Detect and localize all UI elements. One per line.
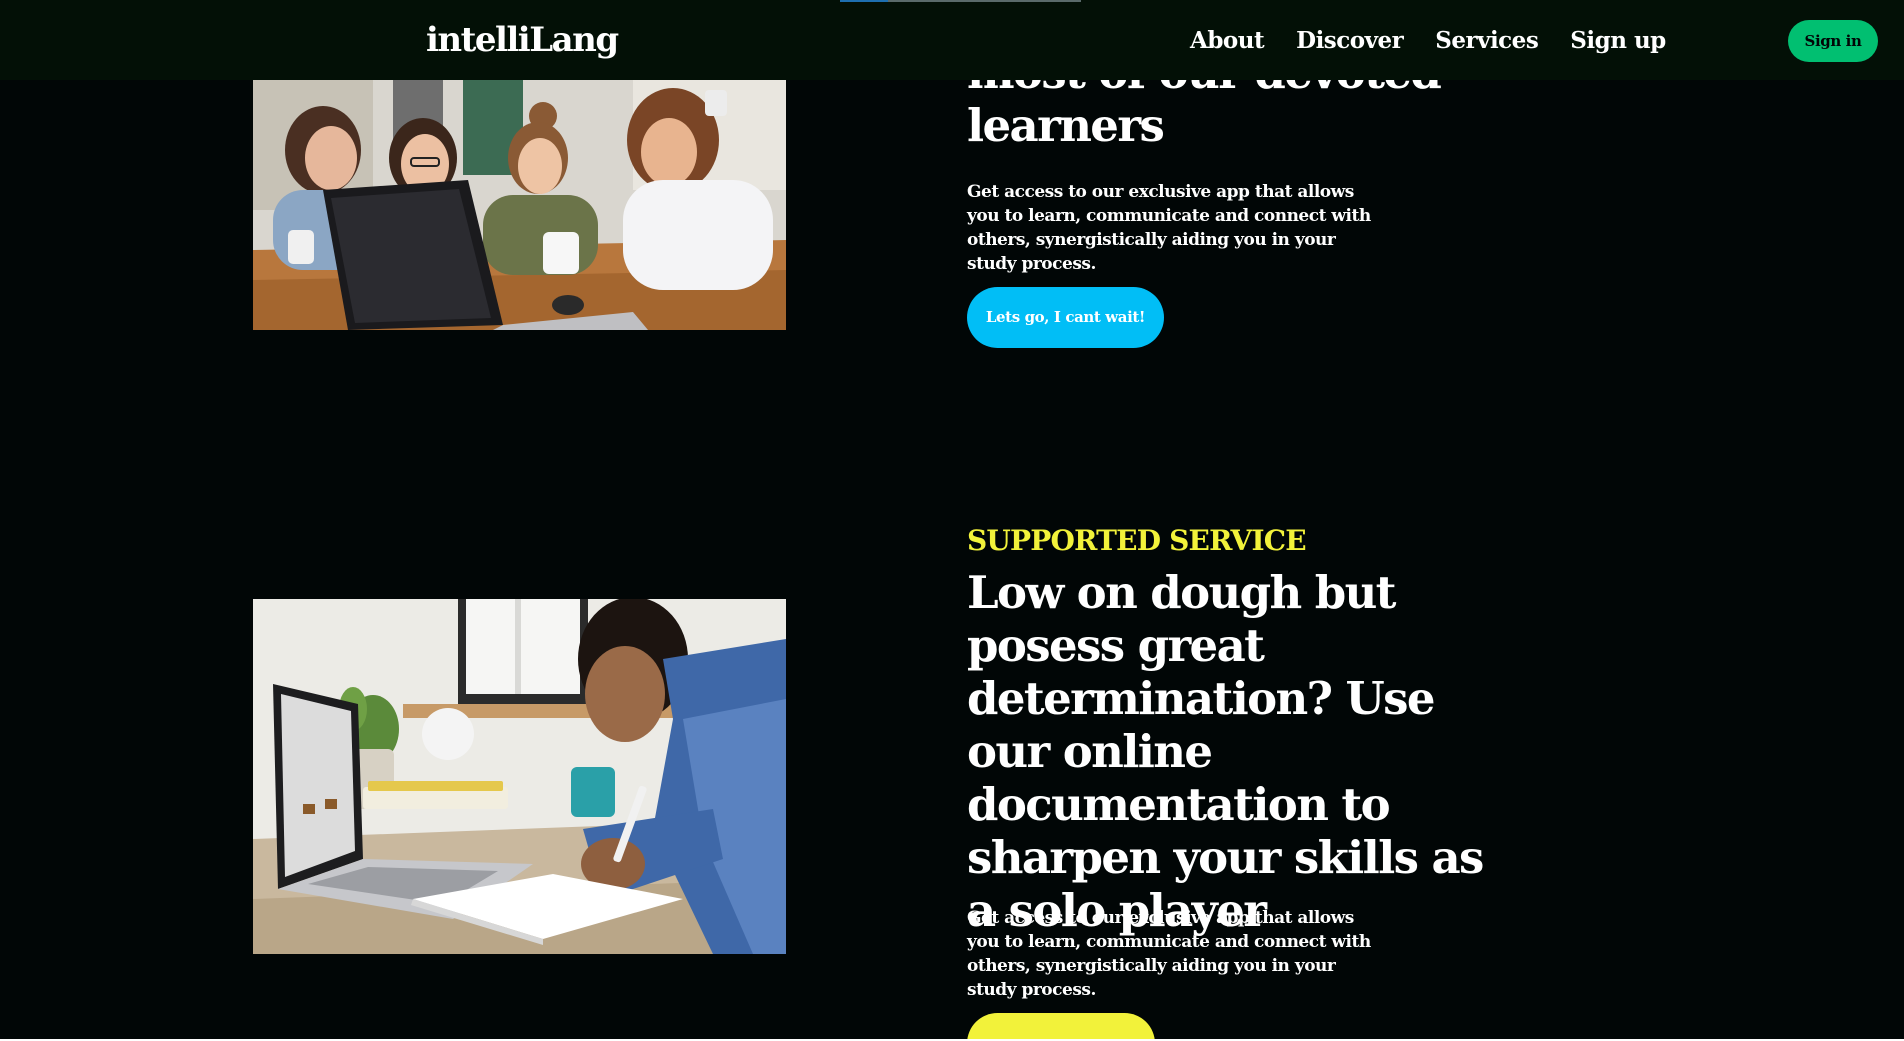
navbar: intelliLang About Discover Services Sign… bbox=[0, 0, 1904, 80]
logo[interactable]: intelliLang bbox=[426, 18, 619, 62]
lets-go-button[interactable]: Lets go, I cant wait! bbox=[967, 287, 1164, 348]
group-study-photo bbox=[253, 80, 786, 330]
man-writing-photo bbox=[253, 599, 786, 954]
section-cta-button[interactable] bbox=[967, 1013, 1155, 1041]
nav-link-services[interactable]: Services bbox=[1435, 22, 1539, 60]
section-description: Get access to our exclusive app that all… bbox=[967, 908, 1371, 1000]
nav-link-about[interactable]: About bbox=[1190, 22, 1265, 60]
sign-in-button[interactable]: Sign in bbox=[1788, 20, 1878, 62]
scroll-progress-thumb bbox=[840, 0, 888, 2]
nav-menu: About Discover Services Sign up bbox=[1190, 22, 1666, 60]
section-description: Get access to our exclusive app that all… bbox=[967, 182, 1371, 274]
section-eyebrow: SUPPORTED SERVICE bbox=[967, 524, 1307, 557]
nav-link-sign-up[interactable]: Sign up bbox=[1570, 22, 1666, 60]
section-heading: Low on dough but posess great determinat… bbox=[967, 566, 1484, 937]
nav-link-discover[interactable]: Discover bbox=[1296, 22, 1404, 60]
scroll-progress-bar bbox=[840, 0, 1081, 2]
